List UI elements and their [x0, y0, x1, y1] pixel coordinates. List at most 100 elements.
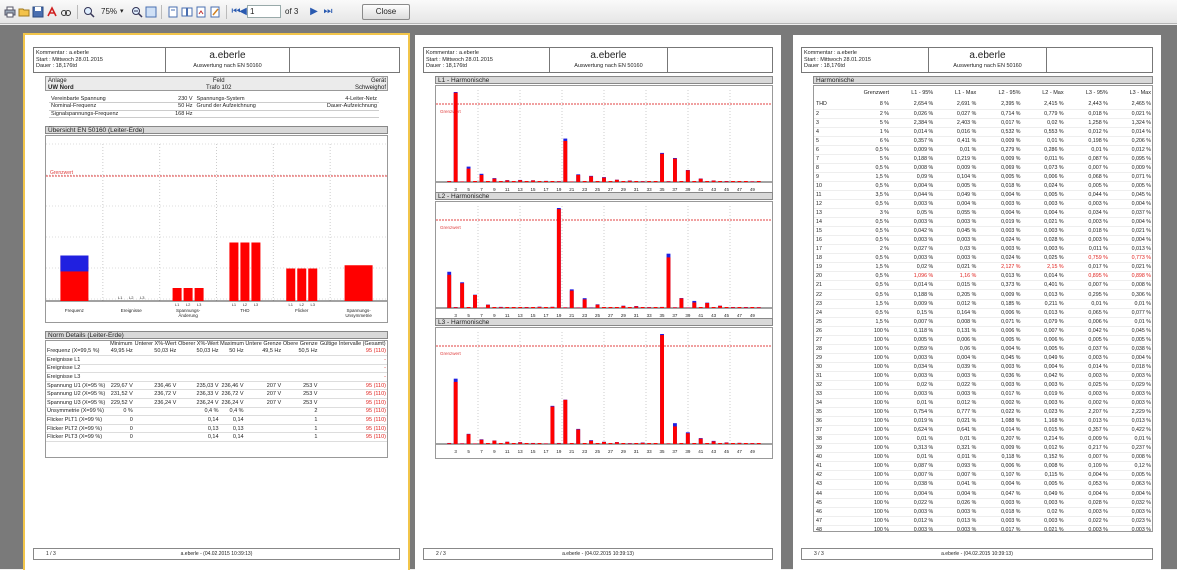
harmonics-row: 48100 %0,003 %0,003 %0,017 %0,021 %0,003… [814, 525, 1152, 532]
fit-page-icon[interactable] [144, 5, 158, 19]
norm-cell [245, 373, 283, 382]
category-label: Ereignisse [121, 308, 143, 313]
harmonics-cell: 0,295 % [1065, 290, 1109, 299]
harmonic-bar [673, 307, 677, 308]
phase-label: L3 [254, 302, 259, 307]
harmonic-bar [673, 159, 677, 182]
harmonics-cell: 0,003 % [1065, 390, 1109, 399]
harmonics-cell: 0,5 % [840, 227, 890, 236]
page-setup-icon[interactable] [194, 5, 208, 19]
norm-cell: 1 [282, 433, 318, 442]
zoom-icon[interactable] [82, 5, 96, 19]
single-page-icon[interactable] [166, 5, 180, 19]
harmonic-bar [518, 307, 522, 308]
norm-header: Minimum [109, 341, 134, 347]
print-icon[interactable] [3, 5, 17, 19]
pdf-export-icon[interactable] [45, 5, 59, 19]
norm-row: Spannung U1 (X=95 %)229,67 V236,46 V235,… [46, 381, 387, 390]
info-cell [195, 110, 294, 118]
harmonics-cell: 0,095 % [1109, 154, 1152, 163]
harmonics-cell: 0,003 % [934, 254, 977, 263]
harmonic-bar [718, 306, 722, 308]
zoom-level[interactable]: 75% [101, 6, 117, 18]
harmonic-bar [467, 434, 471, 444]
harmonic-bar [563, 400, 567, 444]
harmonics-cell: 100 % [840, 525, 890, 532]
harmonics-cell: 0,152 % [1022, 453, 1065, 462]
x-tick-label: 5 [467, 449, 470, 454]
harmonic-bar [712, 181, 716, 182]
close-button[interactable]: Close [362, 4, 410, 20]
harmonics-cell: 0,079 % [1022, 317, 1065, 326]
harmonics-cell: 0,038 % [890, 480, 934, 489]
harmonics-cell: 8 % [840, 100, 890, 109]
harmonics-cell: 100 % [840, 335, 890, 344]
norm-cell [220, 373, 245, 382]
norm-cell: Spannung U2 (X=95 %) [46, 390, 109, 399]
harmonics-cell: 44 [814, 489, 840, 498]
report-viewer[interactable]: Kommentar : a.eberleStart : Mittwoch 28.… [0, 25, 1177, 569]
next-page-icon[interactable]: ▶ [309, 5, 319, 19]
harmonics-row: 27100 %0,005 %0,006 %0,005 %0,006 %0,005… [814, 335, 1152, 344]
harmonics-cell: 2,395 % [977, 100, 1021, 109]
norm-row: Flicker PLT3 (X=99 %)00,140,14195 (110) [46, 433, 387, 442]
harmonic-bar [615, 307, 619, 308]
dauer-text: Dauer : 18,176td [426, 63, 493, 70]
harmonic-bar [454, 93, 458, 182]
zoom-dropdown-icon[interactable]: ▾ [120, 6, 124, 18]
harmonics-cell: 0,013 % [1109, 245, 1152, 254]
harmonics-cell: 0,008 % [1109, 453, 1152, 462]
harmonics-cell: 0,005 % [1065, 335, 1109, 344]
harmonics-cell: 0,003 % [1022, 200, 1065, 209]
harmonics-header: L1 - 95% [890, 86, 934, 100]
harmonics-cell: 0,008 % [890, 163, 934, 172]
company-name: a.eberle [166, 50, 288, 61]
x-tick-label: 9 [493, 449, 496, 454]
harmonics-cell: 0,5 % [840, 145, 890, 154]
harmonics-row: 231,5 %0,009 %0,012 %0,185 %0,211 %0,01 … [814, 299, 1152, 308]
harmonics-cell: 0,5 % [840, 272, 890, 281]
harmonics-cell: 0,012 % [890, 516, 934, 525]
overview-chart-box: GrenzwertFrequenzL1L2L3EreignisseL1L2L3S… [45, 135, 388, 323]
harmonics-row: 191,5 %0,02 %0,021 %2,127 %2,15 %0,017 %… [814, 263, 1152, 272]
harmonics-cell: 0,003 % [1065, 507, 1109, 516]
harmonics-cell: 2,384 % [890, 118, 934, 127]
harmonics-cell: 0,013 % [1022, 308, 1065, 317]
zoom-out-icon[interactable] [130, 5, 144, 19]
harmonic-bar [667, 181, 671, 182]
find-icon[interactable] [59, 5, 73, 19]
save-icon[interactable] [31, 5, 45, 19]
edit-icon[interactable] [208, 5, 222, 19]
norm-cell [220, 364, 245, 373]
norm-header: Maximum [220, 341, 245, 347]
harmonics-row: 140,5 %0,003 %0,003 %0,019 %0,021 %0,003… [814, 218, 1152, 227]
harmonics-cell: 0,003 % [934, 390, 977, 399]
harmonics-cell: 100 % [840, 471, 890, 480]
harmonics-cell: 100 % [840, 417, 890, 426]
harmonics-cell: 0,005 % [1109, 471, 1152, 480]
harmonic-bar [705, 303, 709, 308]
harmonic-bar [744, 307, 748, 308]
harmonic-bar [518, 442, 522, 444]
harmonics-cell: 0,185 % [977, 299, 1021, 308]
harmonics-cell: 0,5 % [840, 181, 890, 190]
open-folder-icon[interactable] [17, 5, 31, 19]
norm-cell: 236,46 V [220, 381, 245, 390]
last-page-icon[interactable]: ⏭ [321, 5, 335, 19]
harmonic-bar [628, 443, 632, 444]
page-number-input[interactable]: 1 [247, 5, 281, 18]
limit-label: Grenzwert [50, 170, 74, 176]
harmonics-cell: 0,026 % [934, 498, 977, 507]
norm-header: Obere Grenze [282, 341, 318, 347]
harmonics-cell: 0,049 % [1022, 353, 1065, 362]
harmonics-row: 220,5 %0,188 %0,205 %0,009 %0,013 %0,295… [814, 290, 1152, 299]
two-page-icon[interactable] [180, 5, 194, 19]
harmonic-bar [699, 179, 703, 182]
harmonic-bar [647, 307, 651, 308]
harmonics-row: 56 %0,357 %0,411 %0,009 %0,01 %0,198 %0,… [814, 136, 1152, 145]
harmonics-cell: 0,016 % [934, 127, 977, 136]
harmonics-header: L3 - Max [1109, 86, 1152, 100]
harmonics-cell: 2,415 % [1022, 100, 1065, 109]
harmonic-bar [660, 335, 664, 444]
phase-label: L3 [311, 302, 316, 307]
